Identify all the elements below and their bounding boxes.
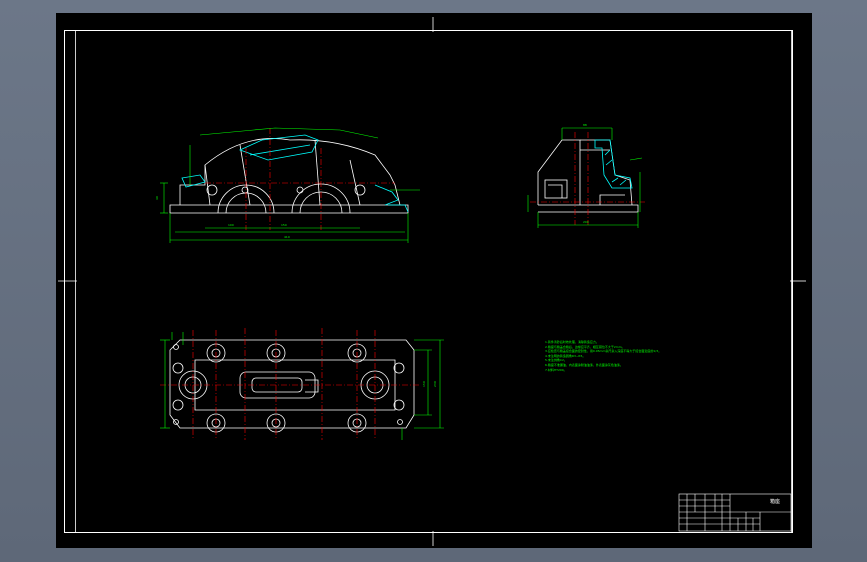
svg-text:100: 100 xyxy=(228,223,234,227)
svg-text:230: 230 xyxy=(433,381,437,387)
svg-text:150: 150 xyxy=(422,381,426,387)
svg-text:40: 40 xyxy=(155,196,159,200)
svg-text:410: 410 xyxy=(284,235,290,239)
front-view: 410 150 100 40 xyxy=(155,127,420,243)
side-view: 200 88 xyxy=(527,123,645,228)
inner-frame xyxy=(75,30,792,533)
svg-text:88: 88 xyxy=(583,123,587,127)
svg-text:200: 200 xyxy=(583,220,589,224)
note-line: 7.材料HT200。 xyxy=(545,367,567,372)
outer-frame xyxy=(64,30,793,533)
center-marks xyxy=(58,17,806,546)
cad-drawing: 410 150 100 40 200 88 230 150 xyxy=(58,17,806,546)
title-block-part-name: 箱座 xyxy=(770,499,781,505)
svg-text:150: 150 xyxy=(281,223,287,227)
top-view: 230 150 xyxy=(160,328,444,440)
